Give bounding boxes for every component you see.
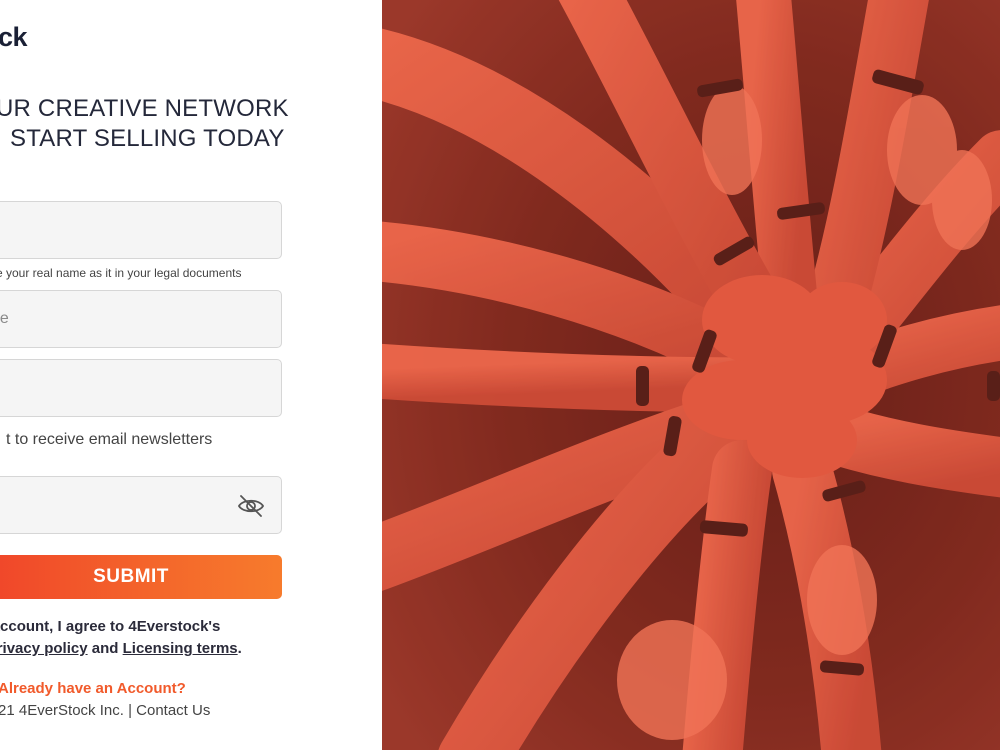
signup-panel: ck UR CREATIVE NETWORK START SELLING TOD… <box>0 0 382 750</box>
contact-us-link[interactable]: Contact Us <box>136 702 210 719</box>
first-name-field[interactable] <box>0 201 282 259</box>
first-name-input[interactable] <box>0 202 281 258</box>
newsletter-label: t to receive email newsletters <box>6 431 213 448</box>
brand-logo[interactable]: ck <box>0 22 28 53</box>
headline-line-1: UR CREATIVE NETWORK <box>0 95 289 122</box>
copyright-text: 21 4EverStock Inc. | <box>0 702 137 719</box>
real-name-hint: e your real name as it in your legal doc… <box>0 266 242 280</box>
eye-off-icon[interactable] <box>237 493 265 519</box>
last-name-field[interactable] <box>0 290 282 348</box>
agreement-line-1: an account, I agree to 4Everstock's <box>0 618 221 635</box>
email-field[interactable] <box>0 359 282 417</box>
privacy-policy-link[interactable]: Privacy policy <box>0 640 88 657</box>
signup-page: ck UR CREATIVE NETWORK START SELLING TOD… <box>0 0 1000 750</box>
agreement-period: . <box>237 640 242 657</box>
agreement-and: and <box>87 640 123 657</box>
password-field[interactable] <box>0 476 282 534</box>
licensing-terms-link[interactable]: Licensing terms <box>123 640 238 657</box>
newsletter-checkbox-row[interactable]: t to receive email newsletters <box>0 431 212 449</box>
headline-line-2: START SELLING TODAY <box>10 125 285 152</box>
last-name-input[interactable] <box>0 291 281 347</box>
submit-button[interactable]: SUBMIT <box>0 555 282 599</box>
footer: 21 4EverStock Inc. | Contact Us <box>0 702 210 719</box>
login-link[interactable]: Already have an Account? <box>0 680 186 697</box>
page-headline: UR CREATIVE NETWORK START SELLING TODAY <box>0 94 289 154</box>
email-input[interactable] <box>0 360 281 416</box>
hero-image <box>382 0 1000 750</box>
team-hands-photo <box>382 0 1000 750</box>
terms-agreement: an account, I agree to 4Everstock's s, P… <box>0 616 242 660</box>
agreement-line-2: s, Privacy policy and Licensing terms. <box>0 638 242 660</box>
